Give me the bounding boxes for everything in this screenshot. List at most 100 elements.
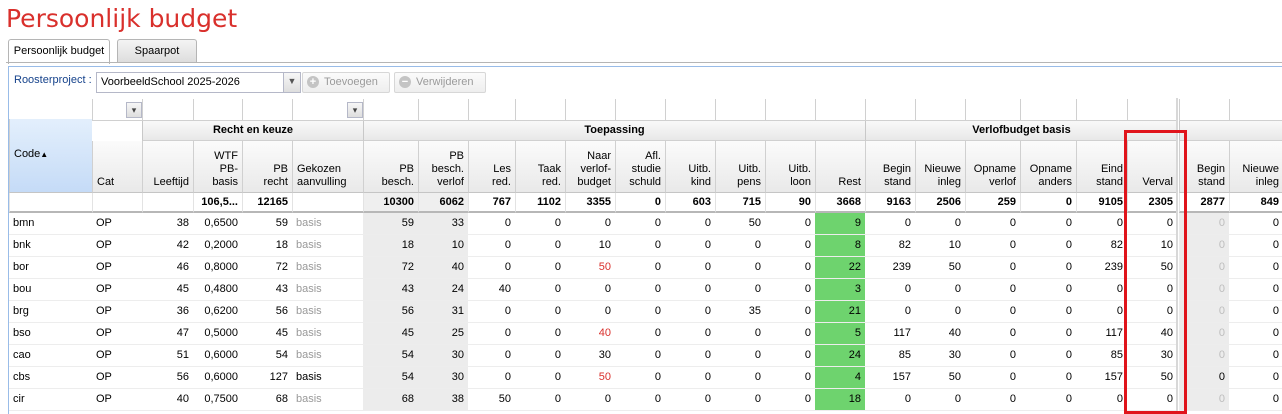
total-pbbeschverlof: 6062 [418,193,468,213]
cell-gekozen: basis [292,323,363,345]
column-header-label: PB besch. verlof [431,150,464,188]
cell-wtf: 0,5000 [193,323,242,345]
cell-gekozen: basis [292,345,363,367]
cell-aflstudie: 0 [615,301,665,323]
filter-aflstudie[interactable] [615,99,665,121]
add-button[interactable]: + Toevoegen [302,72,390,93]
table-row[interactable]: cir OP 40 0,7500 68 basis 68 38 50 0 0 0 0 0 0 18 0 0 0 0 0 0… [9,389,1282,411]
total-nieuweinleg2: 849 [1229,193,1282,213]
table-row[interactable]: cao OP 51 0,6000 54 basis 54 30 0 0 30 0 0 0 0 24 85 30 0 0… [9,345,1282,367]
column-header-pbbeschverlof[interactable]: PB besch. verlof [418,141,468,193]
cell-lesred: 0 [468,367,515,389]
column-header-eindstand[interactable]: Eind stand [1076,141,1127,193]
filter-nieuweinleg2[interactable] [1229,99,1282,121]
column-header-rest[interactable]: Rest [815,141,865,193]
cell-wtf: 0,6000 [193,367,242,389]
cell-leeftijd: 46 [142,257,193,279]
filter-pbbesch[interactable] [363,99,418,121]
data-rows: bmn OP 38 0,6500 59 basis 59 33 0 0 0 0 0 50 0 9 0 0 0 0 0 0 0… [9,213,1282,414]
column-header-nieuweinleg[interactable]: Nieuwe inleg [915,141,965,193]
cell-opnameanders: 0 [1020,235,1076,257]
table-row[interactable]: bor OP 46 0,8000 72 basis 72 40 0 0 50 0 0 0 0 22 239 50 0… [9,257,1282,279]
total-gekozen [292,193,363,213]
column-header-nieuweinleg2[interactable]: Nieuwe inleg [1229,141,1282,193]
chevron-down-icon[interactable]: ▾ [126,102,142,118]
column-header-uitbloon[interactable]: Uitb. loon [765,141,815,193]
cell-taakred: 0 [515,257,565,279]
column-header-label: Eind stand [1096,163,1123,188]
filter-naarverlof[interactable] [565,99,615,121]
column-header-pbbesch[interactable]: PB besch. [363,141,418,193]
column-header-lesred[interactable]: Les red. [468,141,515,193]
filter-beginstand2[interactable] [1179,99,1229,121]
column-header-wtf[interactable]: WTF PB- basis [193,141,242,193]
tab-persoonlijk-budget[interactable]: Persoonlijk budget [8,39,110,64]
column-splitter[interactable] [1176,98,1178,414]
cell-code: cir [9,389,92,411]
filter-gekozen[interactable]: ▾ [292,99,363,121]
cell-uitbloon: 0 [765,213,815,235]
filter-taakred[interactable] [515,99,565,121]
cell-eindstand: 117 [1076,323,1127,345]
column-header-pbrecht[interactable]: PB recht [242,141,292,193]
column-header-taakred[interactable]: Taak red. [515,141,565,193]
filter-wtf[interactable] [193,99,242,121]
filter-opnameanders[interactable] [1020,99,1076,121]
cell-taakred: 0 [515,213,565,235]
total-beginstand2: 2877 [1179,193,1229,213]
cell-beginstand2: 0 [1179,345,1229,367]
column-header-uitbkind[interactable]: Uitb. kind [665,141,715,193]
filter-cat[interactable]: ▾ [92,99,142,121]
filter-uitbpens[interactable] [715,99,765,121]
column-header-leeftijd[interactable]: Leeftijd [142,141,193,193]
filter-uitbkind[interactable] [665,99,715,121]
table-row[interactable]: brg OP 36 0,6200 56 basis 56 31 0 0 0 0 0 35 0 21 0 0 0 0 0 0… [9,301,1282,323]
table-row[interactable]: cbs OP 56 0,6000 127 basis 54 30 0 0 50 0 0 0 0 4 157 50 0… [9,367,1282,389]
filter-rest[interactable] [815,99,865,121]
column-header-beginstand2[interactable]: Begin stand [1179,141,1229,193]
column-header-cat[interactable]: Cat [92,141,142,193]
remove-button[interactable]: − Verwijderen [394,72,486,93]
column-header-label: Leeftijd [153,176,189,188]
column-header-naarverlof[interactable]: Naar verlof- budget [565,141,615,193]
filter-eindstand[interactable] [1076,99,1127,121]
cell-leeftijd: 51 [142,345,193,367]
column-header-opnameverlof[interactable]: Opname verlof [965,141,1020,193]
filter-lesred[interactable] [468,99,515,121]
column-header-gekozen[interactable]: Gekozen aanvulling [292,141,363,193]
column-header-uitbpens[interactable]: Uitb. pens [715,141,765,193]
cell-opnameverlof: 0 [965,323,1020,345]
filter-pbrecht[interactable] [242,99,292,121]
cell-eindstand: 82 [1076,235,1127,257]
tab-spaarpot[interactable]: Spaarpot [117,39,197,63]
filter-beginstand[interactable] [865,99,915,121]
filter-opnameverlof[interactable] [965,99,1020,121]
cell-naarverlof: 30 [565,345,615,367]
add-button-label: Toevoegen [324,76,378,88]
table-row[interactable]: bou OP 45 0,4800 43 basis 43 24 40 0 0 0 0 0 0 3 0 0 0 0 0 0 0… [9,279,1282,301]
cell-beginstand2: 0 [1179,367,1229,389]
filter-pbbeschverlof[interactable] [418,99,468,121]
chevron-down-icon[interactable]: ▼ [283,73,300,92]
column-header-verval[interactable]: Verval [1127,141,1177,193]
filter-uitbloon[interactable] [765,99,815,121]
chevron-down-icon[interactable]: ▾ [347,102,363,118]
cell-wtf: 0,8000 [193,257,242,279]
cell-nieuweinleg2: 0 [1229,301,1282,323]
roosterproject-select[interactable]: VoorbeeldSchool 2025-2026 ▼ [96,72,301,93]
table-row[interactable]: bso OP 47 0,5000 45 basis 45 25 0 0 40 0 0 0 0 5 117 40 0 0… [9,323,1282,345]
cell-eindstand: 85 [1076,345,1127,367]
cell-beginstand: 117 [865,323,915,345]
column-header-code[interactable]: Code ▲ [9,119,92,193]
filter-leeftijd[interactable] [142,99,193,121]
column-header-label: Nieuwe inleg [924,163,961,188]
filter-verval[interactable] [1127,99,1177,121]
total-eindstand: 9105 [1076,193,1127,213]
cell-naarverlof: 40 [565,323,615,345]
column-header-opnameanders[interactable]: Opname anders [1020,141,1076,193]
table-row[interactable]: bmn OP 38 0,6500 59 basis 59 33 0 0 0 0 0 50 0 9 0 0 0 0 0 0 0… [9,213,1282,235]
column-header-aflstudie[interactable]: Afl. studie schuld [615,141,665,193]
table-row[interactable]: bnk OP 42 0,2000 18 basis 18 10 0 0 10 0 0 0 0 8 82 10 0 0 8… [9,235,1282,257]
filter-nieuweinleg[interactable] [915,99,965,121]
column-header-beginstand[interactable]: Begin stand [865,141,915,193]
